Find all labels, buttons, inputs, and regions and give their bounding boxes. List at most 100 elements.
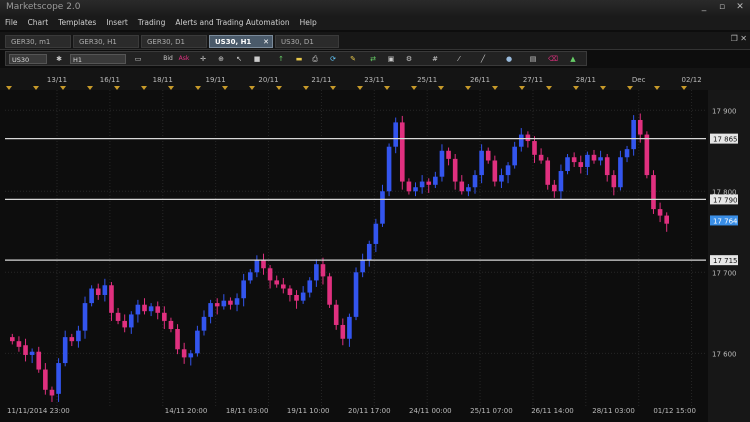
- candle-body: [452, 158, 458, 182]
- candle-body: [267, 268, 273, 281]
- bottom-time-label: 14/11 20:00: [165, 407, 208, 415]
- candle-body: [36, 351, 42, 370]
- tab-ger30-m1[interactable]: GER30, m1: [5, 35, 71, 48]
- menu-templates[interactable]: Templates: [53, 16, 101, 30]
- candle-body: [466, 187, 471, 192]
- candle-body: [558, 171, 564, 192]
- stop-icon[interactable]: ■: [252, 54, 262, 64]
- tab-us30-h1[interactable]: US30, H1 ✕: [209, 35, 273, 48]
- buy-icon[interactable]: ↑: [276, 54, 286, 64]
- pencil-icon[interactable]: ✎: [348, 54, 358, 64]
- current-price-label: 17 764: [713, 217, 738, 225]
- price-tick-label: 17 700: [712, 269, 737, 277]
- candle-body: [552, 184, 557, 192]
- restore-chart-icon[interactable]: ❐: [731, 34, 738, 43]
- window-controls: _ ▫ ✕: [698, 1, 746, 13]
- bottom-time-label: 18/11 03:00: [226, 407, 269, 415]
- bottom-time-label: 28/11 03:00: [592, 407, 635, 415]
- print-icon[interactable]: ⎙: [310, 54, 320, 64]
- tab-us30-d1[interactable]: US30, D1: [275, 35, 339, 48]
- tab-label: GER30, D1: [147, 38, 185, 46]
- pointer-icon[interactable]: ↖: [234, 54, 244, 64]
- candle-body: [300, 292, 306, 301]
- top-date-label: 21/11: [311, 76, 331, 84]
- candle-body: [274, 280, 280, 285]
- candle-body: [433, 176, 438, 185]
- candle-body: [545, 160, 551, 185]
- bottom-time-label: 25/11 07:00: [470, 407, 513, 415]
- line-tool-icon[interactable]: ⁄: [454, 54, 464, 64]
- price-chart[interactable]: 17 865 17 790 17 715 17 764 17 600 17 700 17 …: [0, 68, 750, 422]
- indicator-icon[interactable]: ⚙: [404, 54, 414, 64]
- menu-file[interactable]: File: [0, 16, 23, 30]
- tab-label: GER30, m1: [11, 38, 51, 46]
- candle-body: [188, 353, 194, 358]
- candle-body: [492, 160, 498, 182]
- tab-ger30-d1[interactable]: GER30, D1: [141, 35, 207, 48]
- ask-button[interactable]: Ask: [178, 54, 190, 64]
- candle-body: [214, 303, 220, 307]
- signal-icon[interactable]: ▲: [568, 54, 578, 64]
- candle-body: [69, 337, 75, 342]
- crosshair-icon[interactable]: ✛: [198, 54, 208, 64]
- candle-body: [347, 316, 352, 339]
- candle-body: [155, 306, 161, 313]
- top-date-label: 25/11: [417, 76, 437, 84]
- candle-body: [578, 162, 584, 167]
- menu-alerts[interactable]: Alerts and Trading Automation: [170, 16, 294, 30]
- candle-body: [598, 157, 603, 161]
- tab-label: US30, D1: [281, 38, 314, 46]
- candle-body: [618, 157, 623, 188]
- menu-trading[interactable]: Trading: [133, 16, 171, 30]
- tab-close-icon[interactable]: ✕: [263, 36, 269, 49]
- chart-add-icon[interactable]: ⇄: [368, 54, 378, 64]
- candle-body: [281, 284, 286, 289]
- app-title: Marketscope 2.0: [6, 2, 81, 12]
- top-date-label: 16/11: [100, 76, 120, 84]
- timeframe-select[interactable]: H1: [70, 54, 126, 64]
- zoom-icon[interactable]: ⊕: [216, 54, 226, 64]
- top-date-label: 13/11: [47, 76, 67, 84]
- instrument-select[interactable]: US30: [9, 54, 47, 64]
- menu-insert[interactable]: Insert: [101, 16, 133, 30]
- menu-help[interactable]: Help: [295, 16, 322, 30]
- price-tick-label: 17 900: [712, 107, 737, 115]
- text-icon[interactable]: ▤: [528, 54, 538, 64]
- chart-window-controls: ❐ ✕: [731, 34, 747, 43]
- candle-body: [10, 337, 15, 342]
- chart-background: [0, 68, 750, 422]
- close-chart-icon[interactable]: ✕: [740, 34, 747, 43]
- trendline-icon[interactable]: ╱: [478, 54, 488, 64]
- bottom-time-label: 11/11/2014 23:00: [7, 407, 70, 415]
- settings-icon[interactable]: ✱: [54, 54, 64, 64]
- tab-label: US30, H1: [215, 38, 252, 46]
- candle-body: [327, 276, 332, 305]
- chart-type-icon[interactable]: ▭: [133, 54, 143, 64]
- window-icon[interactable]: ▣: [386, 54, 396, 64]
- grid-icon[interactable]: #: [430, 54, 440, 64]
- candle-body: [571, 157, 577, 163]
- tab-ger30-h1[interactable]: GER30, H1: [73, 35, 139, 48]
- candle-body: [128, 314, 134, 328]
- candle-body: [16, 341, 22, 347]
- candle-body: [386, 146, 392, 192]
- candle-body: [472, 175, 478, 188]
- ellipse-icon[interactable]: ●: [504, 54, 514, 64]
- folder-icon[interactable]: ▬: [294, 54, 304, 64]
- bottom-time-label: 01/12 15:00: [653, 407, 696, 415]
- candle-body: [591, 154, 597, 161]
- minimize-button[interactable]: _: [698, 1, 710, 13]
- candle-body: [82, 303, 88, 331]
- candle-body: [102, 285, 108, 295]
- candle-body: [76, 330, 81, 342]
- candle-body: [651, 175, 656, 210]
- menu-chart[interactable]: Chart: [23, 16, 54, 30]
- refresh-icon[interactable]: ⟳: [328, 54, 338, 64]
- candle-body: [525, 134, 531, 142]
- price-axis-panel: [708, 68, 750, 422]
- candle-body: [565, 157, 570, 172]
- eraser-icon[interactable]: ⌫: [548, 54, 558, 64]
- bid-button[interactable]: Bid: [162, 54, 174, 64]
- close-button[interactable]: ✕: [734, 1, 746, 13]
- restore-button[interactable]: ▫: [716, 1, 728, 13]
